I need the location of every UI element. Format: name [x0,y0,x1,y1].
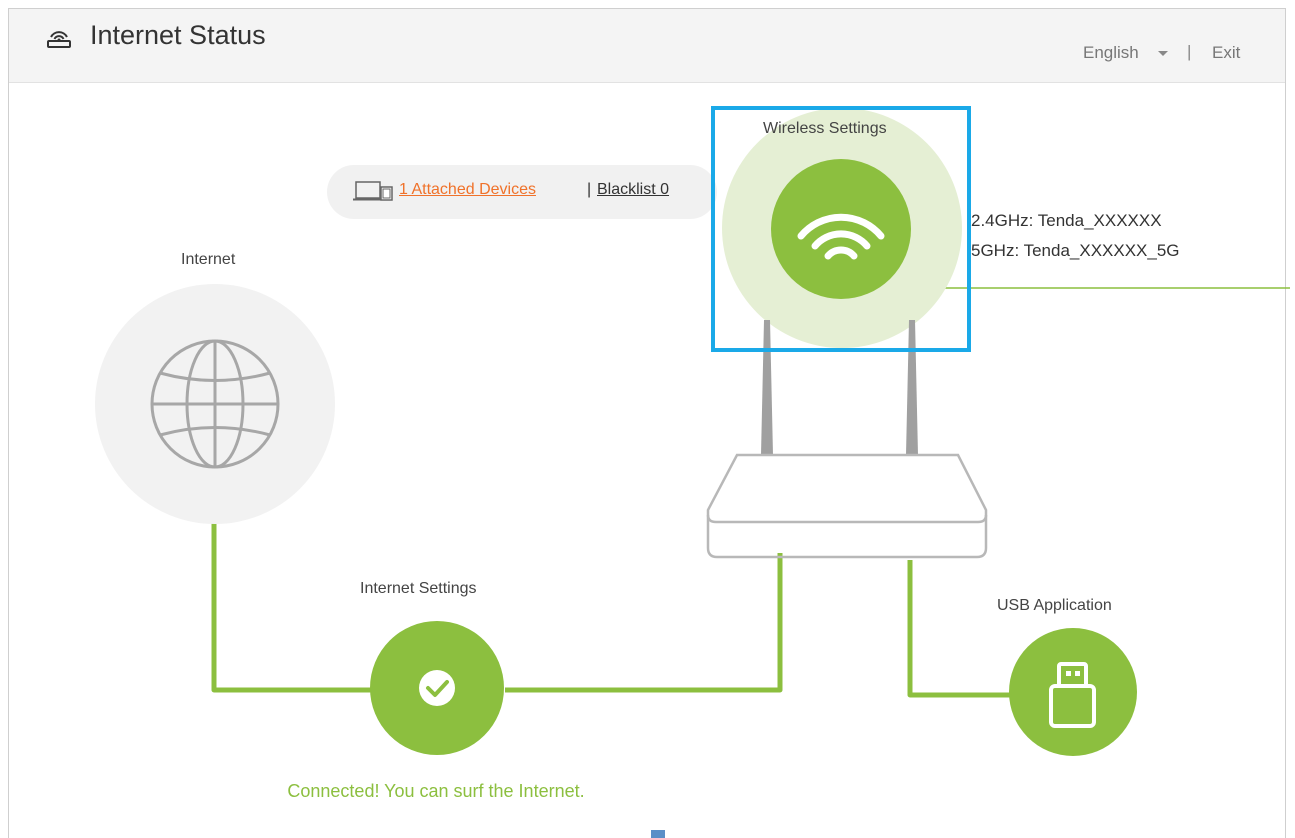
usb-application-label: USB Application [997,597,1112,614]
devices-separator: | [587,181,592,198]
blacklist-link[interactable]: Blacklist 0 [597,181,669,199]
devices-icon [353,181,393,201]
ssid-5ghz: 5GHz: Tenda_XXXXXX_5G [971,241,1180,260]
globe-icon [150,339,280,469]
wan-connection-line [505,553,783,693]
internet-settings-button[interactable] [370,621,504,755]
usb-connection-line [907,560,1015,698]
attached-devices-link[interactable]: 1 Attached Devices [399,181,536,199]
connection-status-text: Connected! You can surf the Internet. [287,781,585,801]
wireless-settings-highlight [711,106,971,352]
internet-label: Internet [181,251,236,268]
scrollbar-thumb[interactable] [651,830,665,838]
internet-settings-label: Internet Settings [360,580,477,597]
ssid-2-4ghz: 2.4GHz: Tenda_XXXXXX [971,211,1162,230]
usb-application-button[interactable] [1009,628,1137,756]
router-illustration [706,453,988,559]
